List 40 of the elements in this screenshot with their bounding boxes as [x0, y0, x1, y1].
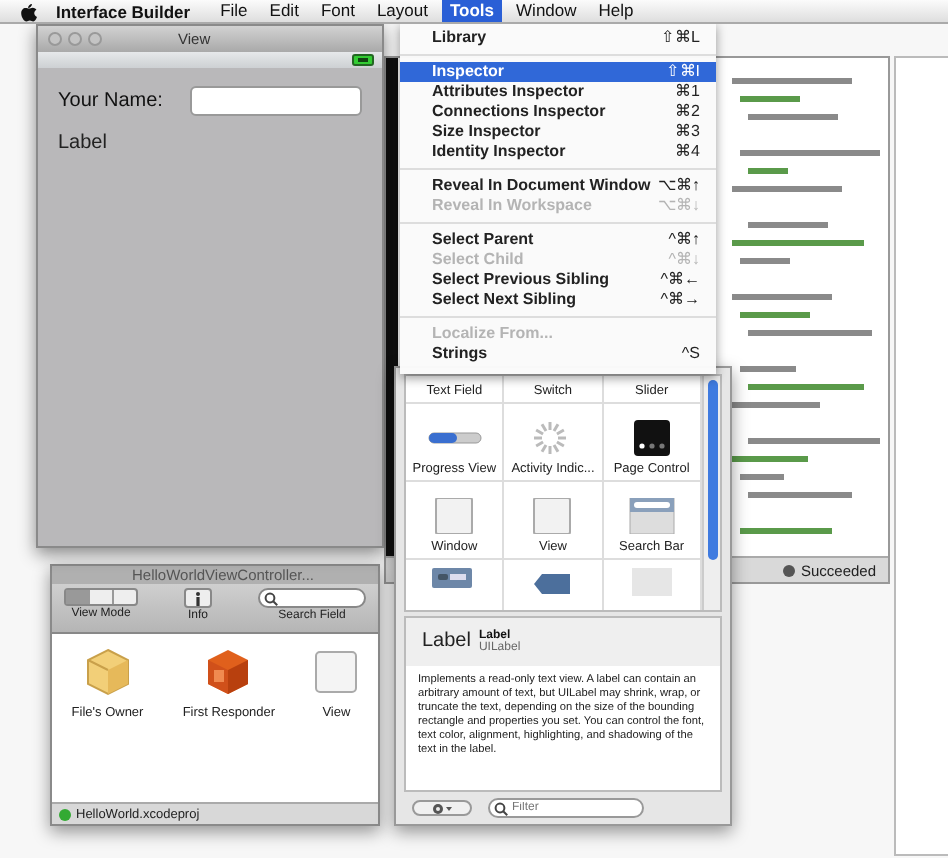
menu-item[interactable]: Attributes Inspector ⌘1 [400, 82, 716, 102]
name-input-field[interactable] [190, 86, 362, 116]
menu-item[interactable]: Select Parent ^⌘↑ [400, 230, 716, 250]
scroll-bar[interactable] [702, 376, 720, 610]
menu-bar-item[interactable]: Font [312, 0, 363, 22]
gear-icon [430, 801, 454, 816]
info-button[interactable] [184, 588, 212, 608]
cube-icon [85, 648, 130, 696]
menu-item[interactable]: Inspector ⇧⌘I [400, 62, 716, 82]
menu-bar-item[interactable]: Window [508, 0, 585, 22]
menu-item[interactable]: Connections Inspector ⌘2 [400, 102, 716, 122]
battery-icon [352, 54, 376, 66]
menu-bar-item[interactable]: File [212, 0, 256, 22]
menu-bar-item[interactable]: Layout [368, 0, 436, 22]
menu-item[interactable]: Reveal In Document Window ⌥⌘↑ [400, 176, 716, 196]
app-menu[interactable]: Interface Builder [56, 1, 191, 21]
action-button[interactable] [412, 800, 472, 817]
menu-bar-item[interactable]: Tools [441, 0, 503, 22]
project-icon [58, 807, 72, 821]
cube-icon [206, 648, 251, 696]
menu-item[interactable]: Select Next Sibling ^⌘→ [400, 290, 716, 310]
menu-item[interactable]: Library ⇧⌘L [400, 28, 716, 48]
name-label: Your Name: [58, 90, 163, 112]
apple-icon [20, 1, 38, 21]
label-text: Label [58, 132, 109, 154]
menu-item[interactable]: Select Previous Sibling ^⌘← [400, 270, 716, 290]
search-icon [494, 801, 508, 816]
view-icon [314, 648, 359, 696]
progress-bar-icon [427, 432, 482, 444]
info-icon [194, 591, 202, 605]
menu-item[interactable]: Strings ^S [400, 344, 716, 364]
search-field[interactable] [258, 588, 366, 608]
search-icon [264, 591, 278, 605]
menu-bar-item[interactable]: Help [590, 0, 642, 22]
menu-item[interactable]: Size Inspector ⌘3 [400, 122, 716, 142]
menu-item[interactable]: Identity Inspector ⌘4 [400, 142, 716, 162]
label-sample: Label [422, 630, 471, 653]
status-ok-icon [782, 563, 797, 577]
menu-bar-item[interactable]: Edit [261, 0, 307, 22]
view-mode-control[interactable] [64, 588, 138, 606]
